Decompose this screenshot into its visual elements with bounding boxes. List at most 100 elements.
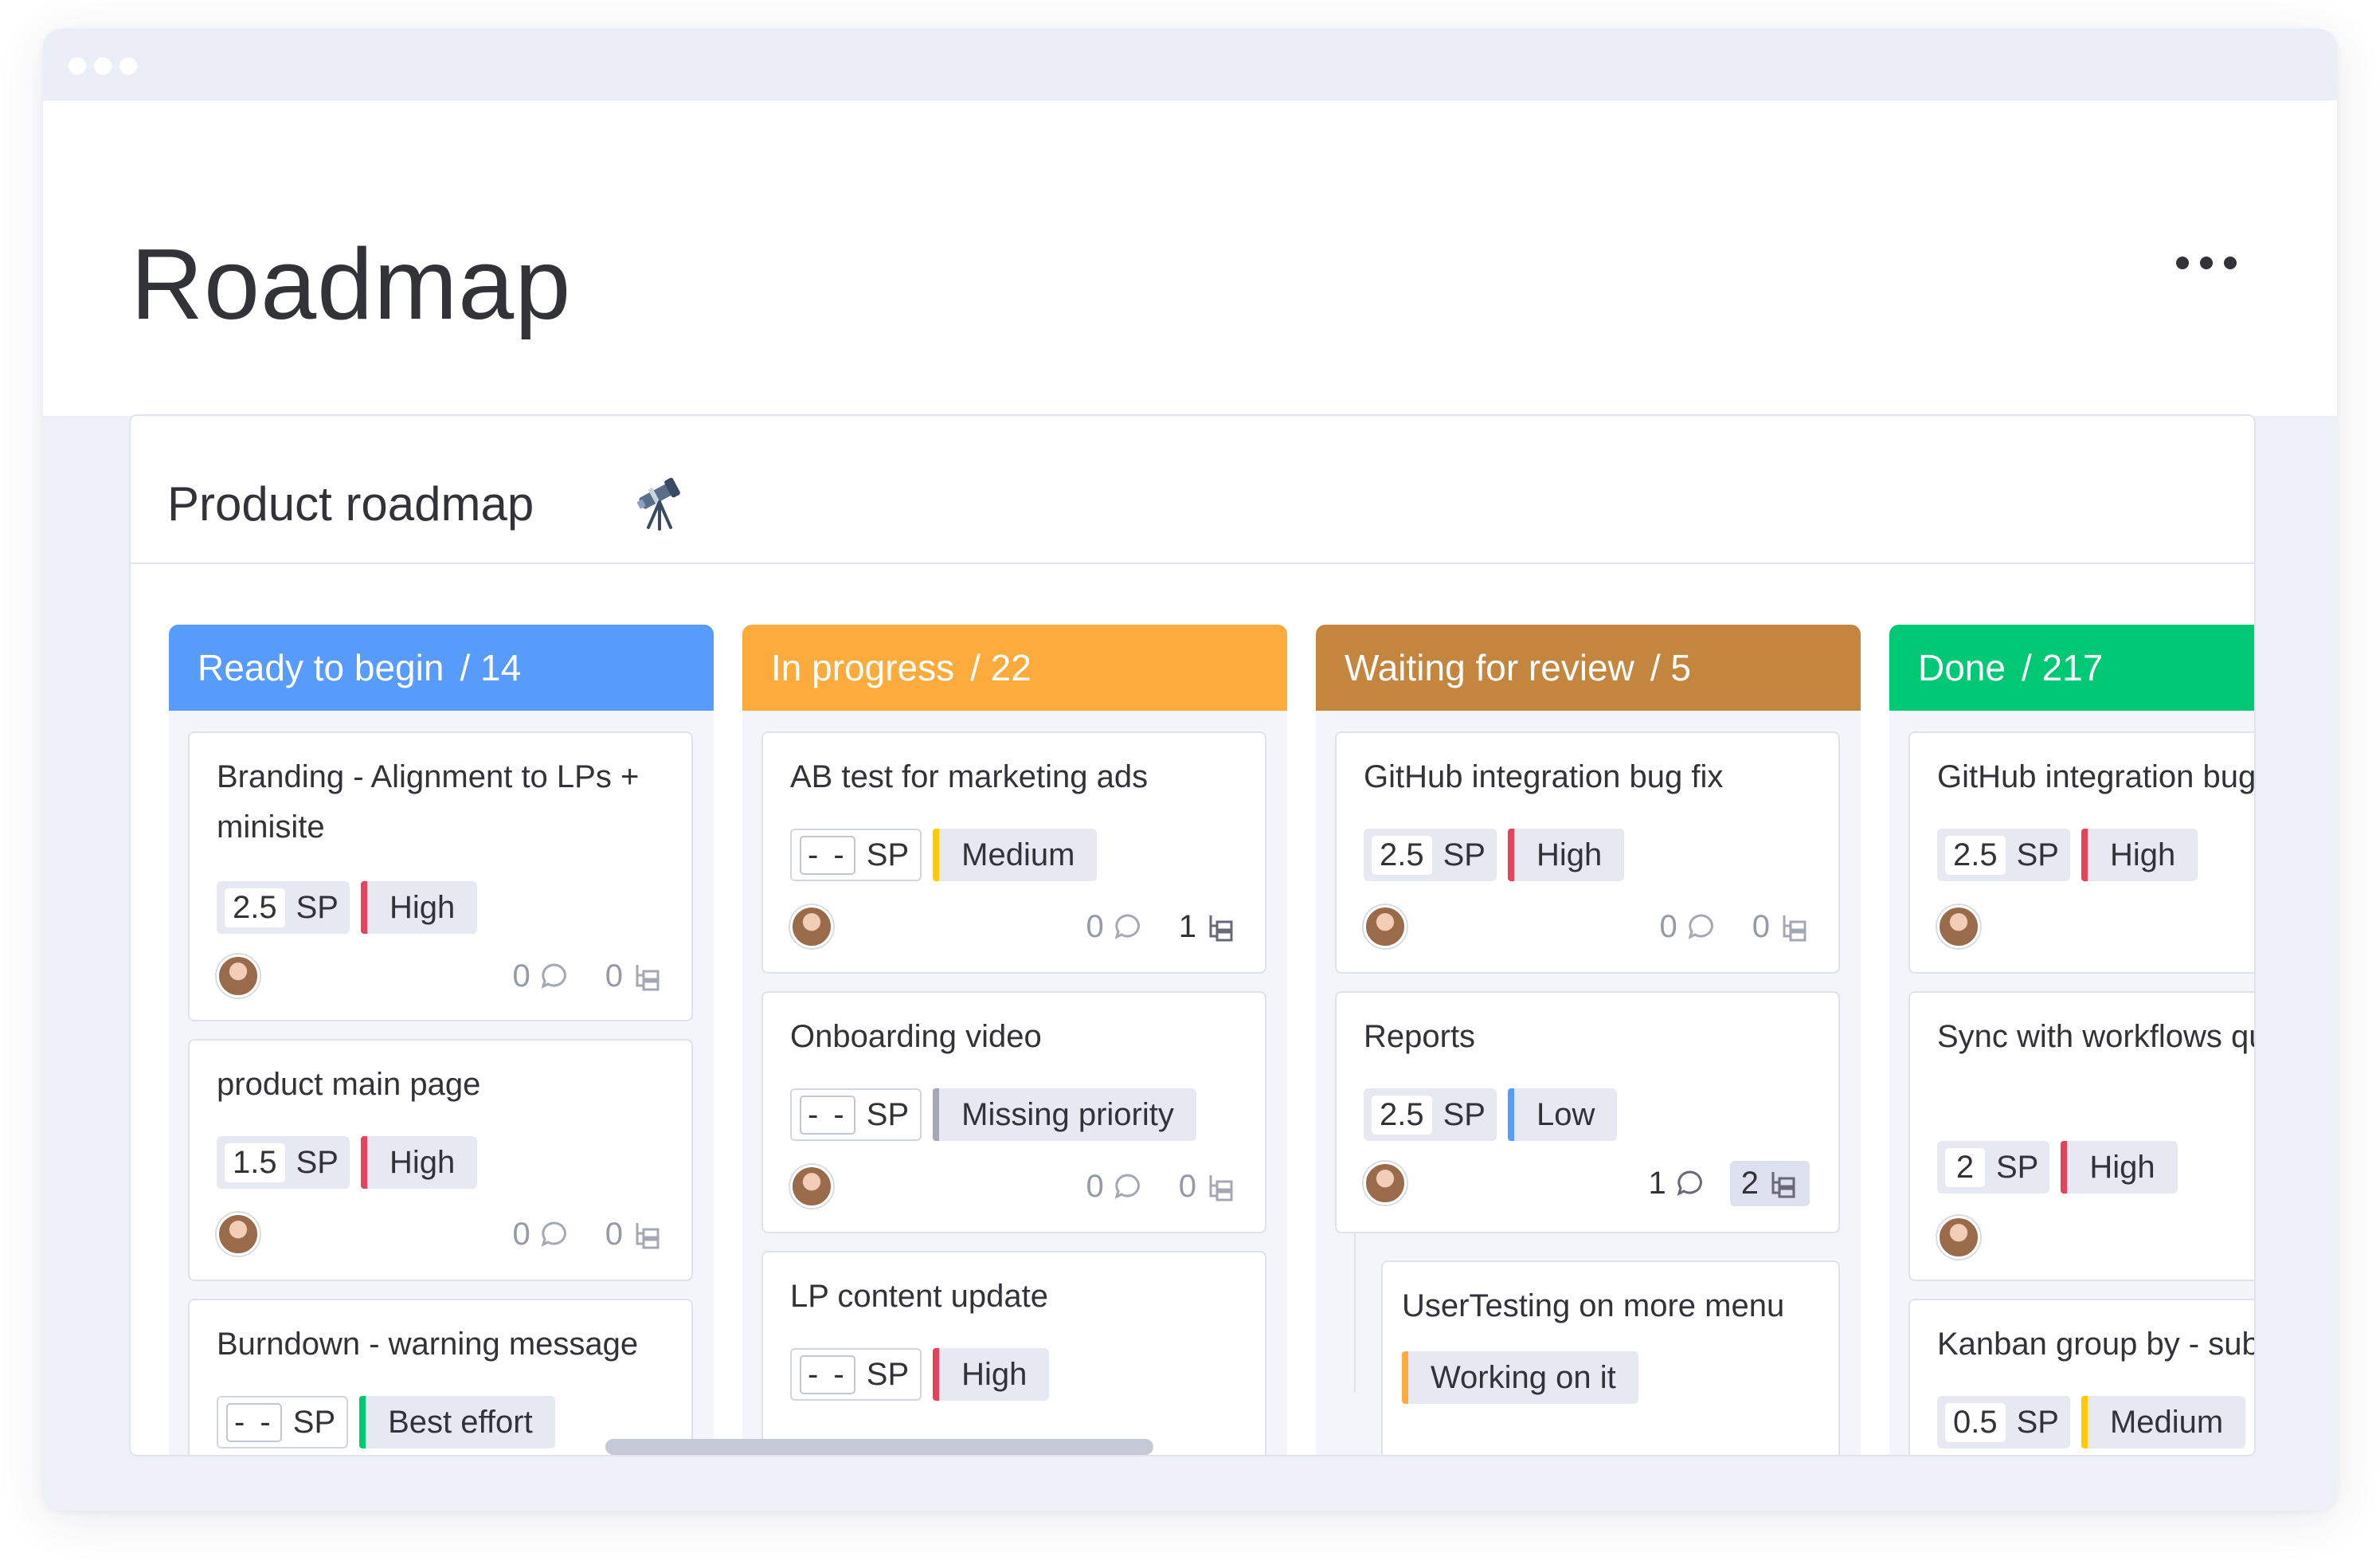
more-options-icon[interactable] (2176, 257, 2237, 269)
priority-label[interactable]: Missing priority (933, 1088, 1196, 1141)
comment-icon (1677, 1170, 1702, 1196)
avatar[interactable] (217, 1213, 260, 1256)
board-title: Product roadmap (167, 477, 534, 531)
subitems-icon (1209, 915, 1233, 942)
priority-label[interactable]: Medium (933, 829, 1098, 881)
kanban-board: Product roadmap Ready to begin / 14 Brand… (129, 414, 2256, 1456)
avatar[interactable] (790, 905, 833, 948)
subitem-title: UserTesting on more menu (1402, 1288, 1785, 1323)
avatar[interactable] (217, 955, 260, 998)
column-in-progress: In progress / 22 AB test for marketing ad… (742, 625, 1287, 1455)
subitems-count[interactable]: 0 (1179, 1169, 1236, 1205)
priority-label[interactable]: Best effort (359, 1396, 555, 1448)
story-points[interactable]: - - SP (217, 1396, 349, 1448)
task-title: Reports (1364, 1019, 1476, 1054)
task-title: Onboarding video (790, 1019, 1042, 1054)
priority-label[interactable]: High (2061, 1141, 2178, 1194)
story-points[interactable]: - - SP (790, 1348, 922, 1401)
priority-label[interactable]: High (933, 1348, 1050, 1401)
priority-label[interactable]: High (360, 1136, 478, 1189)
comments-count[interactable]: 1 (1649, 1166, 1706, 1201)
story-points[interactable]: - - SP (790, 1088, 922, 1141)
story-points[interactable]: 2.5 SP (1364, 829, 1497, 881)
comments-count[interactable]: 0 (513, 1217, 570, 1252)
avatar[interactable] (1937, 1216, 1980, 1259)
horizontal-scrollbar[interactable] (605, 1439, 1153, 1455)
priority-label[interactable]: High (1507, 829, 1625, 881)
story-points[interactable]: 2.5 SP (1364, 1088, 1497, 1141)
subitems-icon (636, 1223, 660, 1249)
task-card[interactable]: AB test for marketing ads - - SP Medium 0… (761, 731, 1266, 974)
window-titlebar (43, 29, 2337, 100)
task-title: GitHub integration bug fix (1937, 759, 2256, 794)
column-waiting-for-review: Waiting for review / 5 GitHub integration… (1316, 625, 1861, 1455)
subitems-icon (1209, 1175, 1233, 1201)
comment-icon (1688, 914, 1713, 939)
story-points[interactable]: 2 SP (1937, 1141, 2050, 1194)
comments-count[interactable]: 0 (1660, 909, 1717, 945)
task-card[interactable]: Reports 2.5 SP Low 1 2 (1335, 991, 1840, 1233)
avatar[interactable] (1364, 1162, 1407, 1205)
column-title: Ready to begin (198, 647, 444, 688)
window-control-dot[interactable] (69, 57, 86, 75)
column-count: / 22 (970, 647, 1031, 688)
subitem-card[interactable]: UserTesting on more menu Working on it (1381, 1260, 1840, 1455)
subitems-icon (1771, 1172, 1795, 1198)
story-points[interactable]: 2.5 SP (217, 881, 350, 934)
column-count: / 5 (1650, 647, 1692, 688)
priority-label[interactable]: Medium (2081, 1396, 2246, 1448)
priority-label[interactable]: Low (1507, 1088, 1618, 1141)
comments-count[interactable]: 0 (513, 958, 570, 994)
story-points[interactable]: 1.5 SP (217, 1136, 350, 1189)
task-card[interactable]: Sync with workflows quality issues 2SP H… (1908, 991, 2255, 1281)
task-card[interactable]: Onboarding video - - SP Missing priority … (761, 991, 1266, 1233)
subitems-count[interactable]: 0 (1752, 909, 1810, 945)
task-title: Burndown - warning message (217, 1327, 639, 1362)
window-control-dot[interactable] (94, 57, 112, 75)
comments-count[interactable]: 0 (2254, 1220, 2255, 1256)
column-title: In progress (771, 647, 955, 688)
comments-count[interactable]: 0 (1086, 909, 1144, 945)
comment-icon (1114, 914, 1140, 939)
subitems-count[interactable]: 1 (1179, 909, 1236, 945)
task-card[interactable]: GitHub integration bug fix 2.5SP High 0 (1908, 731, 2256, 974)
comment-icon (541, 963, 566, 989)
column-header[interactable]: In progress / 22 (742, 625, 1287, 711)
task-card[interactable]: Branding - Alignment to LPs + minisite 2… (188, 731, 693, 1021)
column-done: Done / 217 GitHub integration bug fix 2.5… (1889, 625, 2256, 1455)
subitem-connector (1354, 1233, 1356, 1393)
task-card[interactable]: Kanban group by - sub 0.5 SP Medium (1908, 1299, 2256, 1455)
task-card[interactable]: LP content update - - SP High (761, 1251, 1266, 1455)
story-points[interactable]: 0.5 SP (1937, 1396, 2070, 1448)
column-count: / 217 (2021, 647, 2104, 688)
comment-icon (541, 1221, 566, 1247)
column-header[interactable]: Ready to begin / 14 (169, 625, 714, 711)
subitems-count[interactable]: 2 (1729, 1160, 1810, 1206)
task-title: Kanban group by - sub (1937, 1327, 2256, 1362)
task-title: product main page (217, 1067, 481, 1102)
window-control-dot[interactable] (119, 57, 137, 75)
story-points[interactable]: 2.5 SP (1937, 829, 2070, 881)
story-points[interactable]: - - SP (790, 829, 922, 881)
task-card[interactable]: product main page 1.5 SP High 0 0 (188, 1039, 693, 1281)
priority-label[interactable]: High (360, 881, 478, 934)
task-title: Sync with workflows quality issues (1937, 1019, 2254, 1054)
comments-count[interactable]: 0 (1086, 1169, 1144, 1205)
subitems-count[interactable]: 0 (605, 958, 663, 994)
avatar[interactable] (790, 1165, 833, 1208)
priority-label[interactable]: High (2081, 829, 2198, 881)
column-header[interactable]: Waiting for review / 5 (1316, 625, 1861, 711)
page-title: Roadmap (131, 228, 572, 340)
column-header[interactable]: Done / 217 (1889, 625, 2254, 711)
task-title: GitHub integration bug fix (1364, 759, 1724, 794)
column-count: / 14 (460, 647, 522, 688)
task-card[interactable]: Burndown - warning message - - SP Best ef… (188, 1299, 693, 1455)
subitems-icon (636, 965, 660, 991)
page-header: Roadmap (43, 100, 2337, 416)
status-label[interactable]: Working on it (1402, 1351, 1638, 1404)
subitems-count[interactable]: 0 (605, 1217, 663, 1252)
task-card[interactable]: GitHub integration bug fix 2.5 SP High 0 … (1335, 731, 1840, 974)
avatar[interactable] (1937, 905, 1980, 948)
comments-count[interactable]: 0 (2254, 909, 2255, 945)
avatar[interactable] (1364, 905, 1407, 948)
